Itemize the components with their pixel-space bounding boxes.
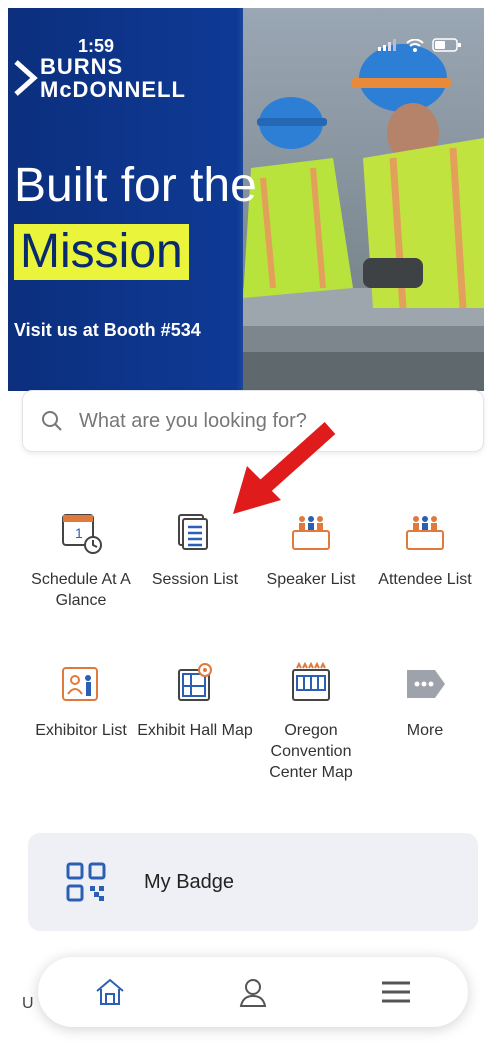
home-icon[interactable] xyxy=(94,976,126,1008)
wifi-icon xyxy=(406,38,424,52)
qr-code-icon xyxy=(66,862,106,902)
section-heading-partial: U xyxy=(22,995,34,1012)
tile-more[interactable]: More xyxy=(365,662,485,741)
battery-icon xyxy=(432,38,461,52)
signal-icon xyxy=(378,39,396,51)
tile-label: Speaker List xyxy=(266,571,356,588)
hall-map-icon xyxy=(178,663,212,701)
session-list-icon xyxy=(178,514,208,550)
red-arrow-annotation xyxy=(233,422,336,514)
tile-label: Attendee List xyxy=(378,571,472,588)
tile-label: Oregon Convention Center Map xyxy=(269,722,353,781)
tile-label: Schedule At A Glance xyxy=(31,571,131,609)
status-indicators xyxy=(378,38,462,52)
logo-mark-icon xyxy=(14,60,38,96)
profile-icon[interactable] xyxy=(237,976,269,1008)
search-icon xyxy=(42,411,62,431)
logo-line-2: McDONNELL xyxy=(40,77,186,102)
tile-label: Session List xyxy=(151,571,239,588)
tile-label: Exhibitor List xyxy=(35,722,127,739)
tile-session-list[interactable]: Session List xyxy=(135,511,255,590)
tile-label: More xyxy=(406,722,444,739)
workers-photo xyxy=(243,8,484,391)
hero-banner[interactable]: 1:59 BURNS McDONNELL Built for the Missi… xyxy=(8,8,484,391)
tile-exhibitor-list[interactable]: Exhibitor List xyxy=(21,662,141,741)
my-badge-label: My Badge xyxy=(144,870,235,893)
tile-label: Exhibit Hall Map xyxy=(137,722,253,739)
tile-convention-center-map[interactable]: Oregon Convention Center Map xyxy=(251,662,371,783)
calendar-clock-icon: 1 xyxy=(62,514,102,554)
menu-icon[interactable] xyxy=(380,976,412,1008)
convention-center-icon xyxy=(292,662,330,701)
bottom-navigation xyxy=(38,957,468,1027)
tile-schedule-at-a-glance[interactable]: 1 Schedule At A Glance xyxy=(21,511,141,611)
headline-line-2: Mission xyxy=(14,224,189,280)
logo-line-1: BURNS xyxy=(40,54,124,79)
company-logo: BURNS McDONNELL xyxy=(14,56,186,102)
headline-line-1: Built for the xyxy=(14,159,257,212)
tile-attendee-list[interactable]: Attendee List xyxy=(365,511,485,590)
attendee-group-icon xyxy=(406,516,444,550)
booth-text: Visit us at Booth #534 xyxy=(14,320,201,340)
tile-speaker-list[interactable]: Speaker List xyxy=(251,511,371,590)
more-tag-icon xyxy=(407,670,445,698)
tile-exhibit-hall-map[interactable]: Exhibit Hall Map xyxy=(135,662,255,741)
exhibitor-icon xyxy=(62,667,98,701)
my-badge-card[interactable]: My Badge xyxy=(28,833,478,931)
svg-text:1: 1 xyxy=(75,525,83,541)
speaker-group-icon xyxy=(292,516,330,550)
